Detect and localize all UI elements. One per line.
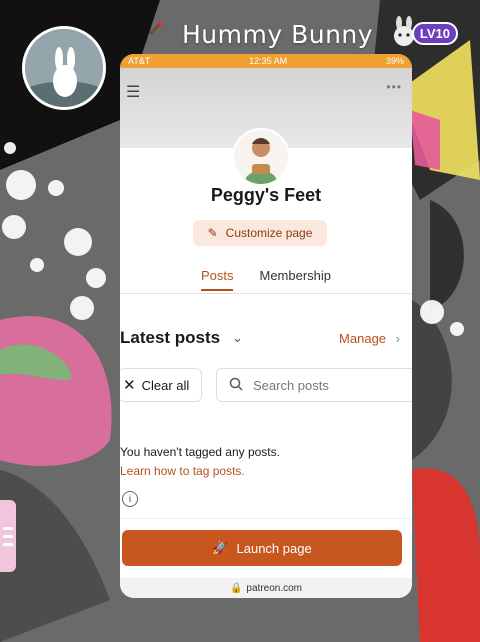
bg-dot — [4, 142, 16, 154]
streamer-avatar[interactable] — [22, 26, 106, 110]
clear-all-label: Clear all — [141, 377, 190, 393]
pencil-icon: ✎ — [207, 226, 218, 240]
bg-dot — [6, 170, 36, 200]
page-title: Peggy's Feet — [210, 185, 322, 205]
tab-membership[interactable]: Membership — [259, 268, 331, 291]
bg-dot — [64, 228, 92, 256]
bg-dot — [48, 180, 64, 196]
tab-divider — [120, 293, 412, 294]
carrier-label: AT&T — [128, 56, 151, 66]
url-bar[interactable]: 🔒 patreon.com — [120, 578, 412, 598]
launch-page-button[interactable]: 🚀 Launch page — [122, 530, 402, 566]
streamer-header: Hummy Bunny LV10 — [120, 14, 480, 54]
creator-avatar[interactable] — [232, 128, 290, 186]
bg-dot — [420, 300, 444, 324]
status-bar: AT&T 12:35 AM 39% — [120, 54, 412, 68]
handle-line — [3, 542, 13, 546]
section-separator — [120, 518, 412, 519]
bg-dot — [450, 322, 464, 336]
handle-line — [3, 526, 13, 530]
empty-tags-message: You haven't tagged any posts. — [120, 445, 280, 459]
avatar-art — [25, 29, 103, 107]
customize-page-button[interactable]: ✎ Customize page — [193, 220, 327, 246]
level-badge: LV10 — [411, 22, 458, 45]
learn-tag-link[interactable]: Learn how to tag posts. — [120, 464, 245, 478]
battery-label: 39% — [385, 56, 404, 66]
bg-dot — [70, 296, 94, 320]
tab-posts[interactable]: Posts — [200, 268, 234, 291]
manage-link[interactable]: Manage › — [339, 331, 400, 346]
lock-icon: 🔒 — [229, 582, 243, 594]
info-icon[interactable]: i — [122, 491, 138, 507]
phone-screen: AT&T 12:35 AM 39% ☰ ••• Peggy's Feet ✎ C… — [120, 54, 412, 598]
creator-avatar-art — [234, 130, 288, 184]
bg-dot — [30, 258, 44, 272]
rocket-icon: 🚀 — [212, 540, 229, 555]
search-icon — [229, 377, 243, 394]
tab-bar: Posts Membership — [120, 268, 412, 291]
bg-dot — [2, 215, 26, 239]
more-dots-icon[interactable]: ••• — [386, 80, 402, 94]
side-drawer-handle[interactable] — [0, 500, 16, 572]
top-nav: ☰ ••• — [120, 68, 412, 186]
streamer-name: Hummy Bunny — [182, 20, 374, 49]
axe-icon — [148, 20, 164, 36]
launch-label: Launch page — [236, 540, 312, 556]
handle-line — [3, 534, 13, 538]
latest-posts-heading: Latest posts — [120, 328, 221, 347]
chevron-down-icon[interactable]: ⌄ — [232, 330, 243, 346]
bg-dot — [86, 268, 106, 288]
hamburger-menu-icon[interactable]: ☰ — [126, 82, 140, 102]
url-label: patreon.com — [246, 582, 303, 594]
close-icon: ✕ — [123, 377, 136, 394]
manage-label: Manage — [339, 331, 387, 346]
customize-label: Customize page — [225, 226, 313, 240]
clear-all-button[interactable]: ✕ Clear all — [120, 368, 202, 402]
search-placeholder: Search posts — [253, 377, 329, 393]
chevron-right-icon: › — [395, 331, 400, 346]
search-input[interactable]: Search posts — [216, 368, 412, 402]
clock-label: 12:35 AM — [249, 56, 288, 66]
